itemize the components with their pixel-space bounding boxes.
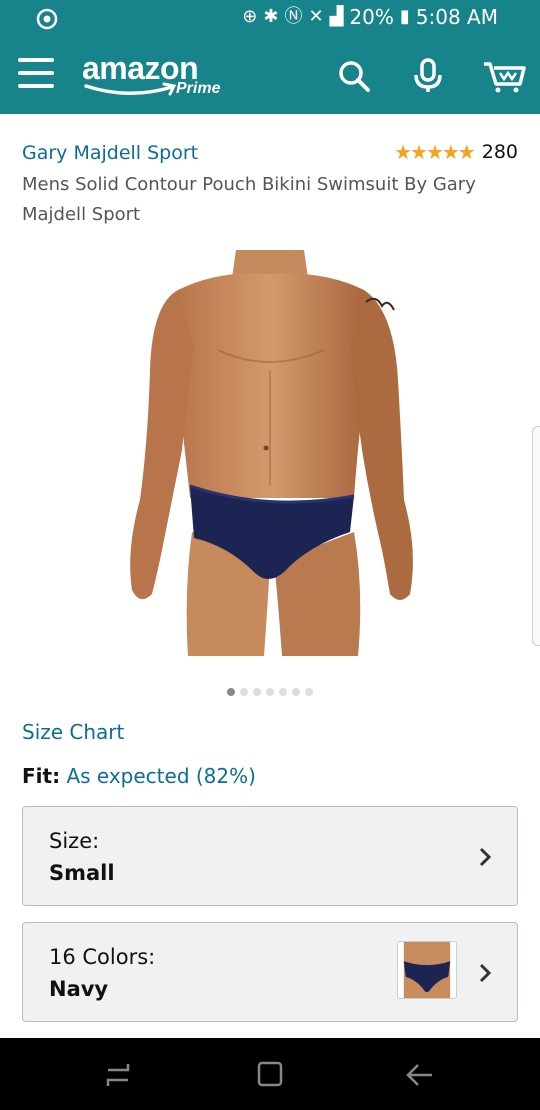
fit-value[interactable]: As expected (82%)	[66, 764, 256, 788]
pager-dot[interactable]	[227, 688, 235, 696]
image-pager[interactable]	[0, 688, 540, 696]
rating[interactable]: ★★★★★ 280	[394, 140, 518, 164]
amazon-prime-logo[interactable]: amazon Prime	[82, 50, 232, 102]
product-title: Mens Solid Contour Pouch Bikini Swimsuit…	[22, 174, 476, 225]
search-icon[interactable]	[336, 58, 372, 94]
color-swatch-thumbnail	[397, 941, 457, 999]
color-label: 16 Colors:	[49, 945, 156, 969]
rating-count: 280	[481, 141, 518, 163]
size-chart-link[interactable]: Size Chart	[22, 720, 124, 744]
pager-dot[interactable]	[279, 688, 287, 696]
pager-dot[interactable]	[305, 688, 313, 696]
app-header: amazon Prime	[0, 36, 540, 114]
logo-prime: Prime	[176, 80, 221, 97]
size-selector[interactable]: Size: Small	[22, 806, 518, 906]
battery-percent: 20%	[349, 5, 394, 29]
recent-apps-icon[interactable]	[102, 1060, 134, 1090]
bluetooth-icon: ✱	[263, 6, 279, 27]
product-image[interactable]	[118, 250, 422, 656]
color-value: Navy	[49, 977, 109, 1001]
microphone-icon[interactable]	[410, 58, 446, 94]
home-icon[interactable]	[254, 1060, 286, 1090]
status-right: ⊕ ✱ Ⓝ ✕ ▟ 20% ▮ 5:08 AM	[242, 5, 498, 29]
data-saver-icon: ⊕	[242, 6, 258, 27]
pager-dot[interactable]	[240, 688, 248, 696]
fit-info: Fit: As expected (82%)	[22, 764, 256, 788]
battery-icon: ▮	[399, 6, 410, 27]
fit-label: Fit:	[22, 764, 61, 788]
cart-icon[interactable]	[482, 58, 526, 94]
mute-icon: ✕	[308, 6, 324, 27]
chevron-right-icon	[479, 847, 492, 867]
status-bar: ⊕ ✱ Ⓝ ✕ ▟ 20% ▮ 5:08 AM	[0, 0, 540, 36]
app-notification-icon	[36, 8, 58, 30]
star-rating-icon: ★★★★★	[394, 140, 476, 164]
pager-dot[interactable]	[253, 688, 261, 696]
back-icon[interactable]	[404, 1060, 436, 1090]
menu-icon[interactable]	[18, 56, 54, 90]
chevron-right-icon	[479, 963, 492, 983]
pager-dot[interactable]	[266, 688, 274, 696]
logo-smile-icon	[84, 82, 177, 96]
brand-link[interactable]: Gary Majdell Sport	[22, 142, 198, 164]
color-selector[interactable]: 16 Colors: Navy	[22, 922, 518, 1022]
android-nav-bar	[0, 1038, 540, 1110]
image-scroll-handle[interactable]	[532, 426, 540, 646]
clock: 5:08 AM	[415, 5, 498, 29]
size-label: Size:	[49, 829, 100, 853]
pager-dot[interactable]	[292, 688, 300, 696]
size-value: Small	[49, 861, 115, 885]
nfc-icon: Ⓝ	[284, 6, 303, 27]
signal-icon: ▟	[329, 6, 344, 27]
product-detail: Gary Majdell Sport ★★★★★ 280 Mens Solid …	[0, 114, 540, 1038]
